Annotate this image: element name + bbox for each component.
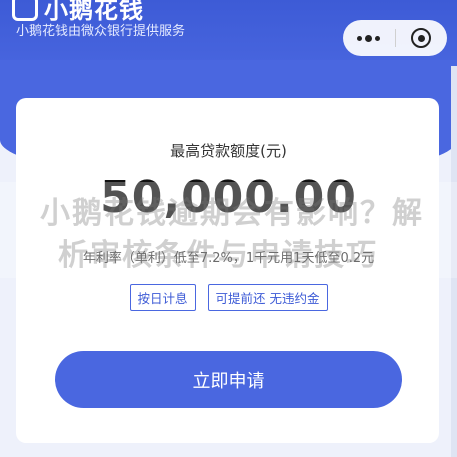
credit-limit-title: 最高贷款额度(元) — [170, 142, 287, 160]
header-subtitle: 小鹅花钱由微众银行提供服务 — [16, 24, 186, 39]
tag-daily-interest: 按日计息 — [129, 284, 196, 311]
more-dots-icon — [357, 35, 363, 41]
more-dots-icon-end — [375, 35, 381, 41]
mini-program-capsule — [343, 20, 447, 56]
close-button[interactable] — [395, 20, 447, 56]
apply-now-button[interactable]: 立即申请 — [55, 351, 402, 408]
tag-early-repayment: 可提前还 无违约金 — [207, 284, 328, 311]
more-dots-icon-center — [365, 34, 373, 42]
feature-tags: 按日计息 可提前还 无违约金 — [0, 284, 457, 311]
watermark-line-2: 析审核条件与申请技巧 — [58, 238, 378, 273]
target-close-icon — [411, 28, 432, 48]
more-button[interactable] — [343, 20, 395, 56]
watermark-line-1: 小鹅花钱逾期会有影响？解 — [40, 196, 424, 231]
logo-icon — [12, 0, 38, 21]
